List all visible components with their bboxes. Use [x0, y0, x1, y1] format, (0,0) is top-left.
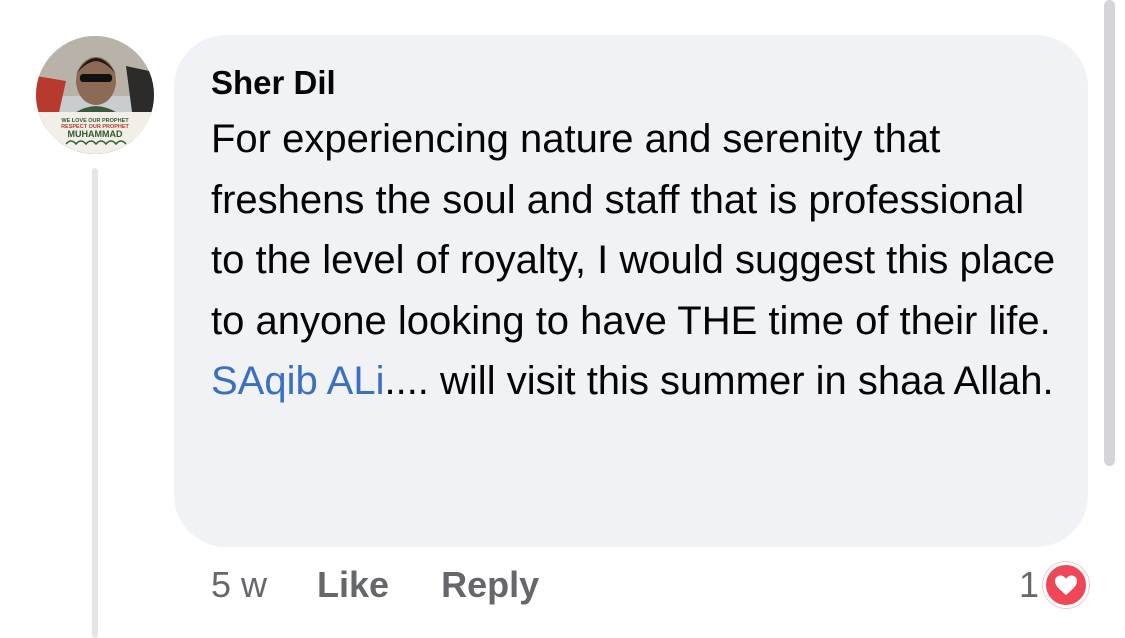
avatar[interactable]: WE LOVE OUR PROPHET RESPECT OUR PROPHET … — [36, 36, 154, 154]
comment-text-tail: .... will visit this summer in shaa Alla… — [384, 359, 1054, 403]
reaction-summary[interactable]: 1 — [1019, 562, 1089, 608]
heart-icon — [1043, 562, 1089, 608]
scrollbar[interactable] — [1104, 0, 1115, 466]
thread-line — [92, 168, 98, 638]
comment-text: For experiencing nature and serenity tha… — [211, 109, 1061, 412]
comment-text-main: For experiencing nature and serenity tha… — [211, 117, 1056, 343]
comment-bubble: Sher Dil For experiencing nature and ser… — [174, 35, 1088, 547]
comment-meta: 5 w Like Reply — [211, 562, 591, 608]
like-button[interactable]: Like — [317, 564, 389, 606]
comment-timestamp[interactable]: 5 w — [211, 564, 267, 606]
comment-author[interactable]: Sher Dil — [211, 63, 1058, 103]
avatar-banner-line3: MUHAMMAD — [68, 129, 123, 139]
avatar-image: WE LOVE OUR PROPHET RESPECT OUR PROPHET … — [36, 36, 154, 154]
reply-button[interactable]: Reply — [441, 564, 539, 606]
reaction-count: 1 — [1018, 564, 1039, 605]
mention-link[interactable]: SAqib ALi — [211, 359, 384, 403]
